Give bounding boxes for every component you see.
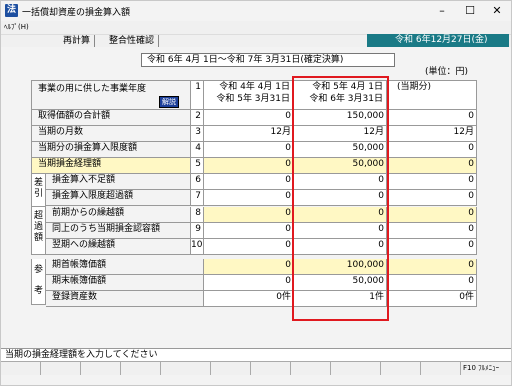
group-chouka-3: 額 (33, 233, 43, 243)
header-col1-end: 令和 5年 3月31日 (216, 94, 290, 104)
row-label: 前期からの繰越額 (46, 207, 191, 223)
row-number: 7 (191, 190, 204, 206)
cell-col1[interactable]: 0 (204, 174, 294, 190)
row-label: 当期分の損金算入限度額 (31, 142, 191, 158)
window-title: 一括償却資産の損金算入額 (22, 8, 131, 18)
app-icon: 法 (5, 4, 18, 17)
row-number: 2 (191, 110, 204, 126)
group-chouka-2: 過 (33, 222, 43, 232)
row-number: 5 (191, 158, 204, 174)
row-number: 8 (191, 207, 204, 223)
group-sankou: 参 考 (31, 259, 46, 305)
group-sahiki: 差 引 (31, 174, 46, 207)
maximize-button[interactable]: ☐ (456, 3, 484, 19)
unit-label: (単位：円) (425, 67, 469, 77)
menu-bar: ﾍﾙﾌﾟ(H) (1, 21, 511, 34)
fkey-slot-6[interactable] (211, 362, 251, 375)
row-label: 期首帳簿価額 (46, 259, 204, 275)
close-button[interactable]: ✕ (483, 3, 511, 19)
cell-col3[interactable]: 0 (387, 207, 477, 223)
fkey-f10-full-menu[interactable]: F10 ﾌﾙﾒﾆｭｰ (461, 362, 511, 375)
cell-col1[interactable]: 0 (204, 190, 294, 206)
header-col3: (当期分) (387, 80, 477, 110)
row-number: 10 (191, 239, 204, 255)
minimize-button[interactable]: – (428, 3, 456, 19)
cell-col3[interactable]: 0 (387, 259, 477, 275)
row-label: 取得価額の合計額 (31, 110, 191, 126)
status-bar: 当期の損金経理額を入力してください (1, 348, 511, 361)
group-chouka: 超 過 額 (31, 207, 46, 255)
cell-col3[interactable]: 0件 (387, 291, 477, 307)
cell-col3[interactable]: 0 (387, 239, 477, 255)
row-label: 損金算入限度超過額 (46, 190, 191, 206)
header-col1-start: 令和 4年 4月 1日 (219, 82, 290, 92)
fkey-slot-11[interactable] (421, 362, 461, 375)
group-sahiki-2: 引 (33, 189, 43, 199)
header-label: 事業の用に供した事業年度 (38, 84, 147, 94)
row-label: 翌期への繰越額 (46, 239, 191, 255)
fkey-slot-5[interactable] (171, 362, 211, 375)
consistency-check-button[interactable]: 整合性確認 (105, 35, 160, 47)
row-number: 4 (191, 142, 204, 158)
cell-col1[interactable]: 0 (204, 142, 294, 158)
cell-col1[interactable]: 0 (204, 259, 294, 275)
fkey-slot-3[interactable] (81, 362, 121, 375)
row-label: 同上のうち当期損金認容額 (46, 223, 191, 239)
cell-col1[interactable]: 0 (204, 239, 294, 255)
row-number: 6 (191, 174, 204, 190)
fkey-slot-8[interactable] (291, 362, 331, 375)
kaisetsu-button[interactable]: 解説 (159, 96, 179, 108)
cell-col3[interactable]: 0 (387, 158, 477, 174)
fkey-slot-7[interactable] (251, 362, 291, 375)
highlight-frame (292, 76, 389, 321)
cell-col1[interactable]: 12月 (204, 126, 294, 142)
cell-col3[interactable]: 0 (387, 223, 477, 239)
header-num: 1 (191, 80, 204, 110)
header-col1: 令和 4年 4月 1日 令和 5年 3月31日 (204, 80, 294, 110)
fkey-slot-4[interactable] (121, 362, 161, 375)
group-chouka-1: 超 (33, 211, 43, 221)
row-label: 当期損金経理額 (31, 158, 191, 174)
group-sankou-1: 参 (33, 265, 43, 275)
main-window: 法 一括償却資産の損金算入額 – ☐ ✕ ﾍﾙﾌﾟ(H) 再計算 整合性確認 令… (0, 0, 512, 386)
row-number: 3 (191, 126, 204, 142)
cell-col1[interactable]: 0 (204, 158, 294, 174)
cell-col1[interactable]: 0 (204, 110, 294, 126)
cell-col1[interactable]: 0件 (204, 291, 294, 307)
fkey-slot-10[interactable] (381, 362, 421, 375)
current-date-badge: 令和 6年12月27日(金) (367, 34, 509, 47)
row-label: 登録資産数 (46, 291, 204, 307)
row-label: 期末帳簿価額 (46, 275, 204, 291)
cell-col1[interactable]: 0 (204, 207, 294, 223)
group-sankou-2: 考 (33, 286, 43, 296)
title-bar: 法 一括償却資産の損金算入額 – ☐ ✕ (1, 1, 511, 21)
row-label: 当期の月数 (31, 126, 191, 142)
period-display: 令和 6年 4月 1日～令和 7年 3月31日(確定決算) (141, 53, 395, 67)
cell-col3[interactable]: 0 (387, 275, 477, 291)
menu-help[interactable]: ﾍﾙﾌﾟ(H) (4, 22, 29, 32)
cell-col3[interactable]: 12月 (387, 126, 477, 142)
cell-col3[interactable]: 0 (387, 190, 477, 206)
group-sahiki-1: 差 (33, 178, 43, 188)
fkey-slot-1[interactable] (1, 362, 41, 375)
cell-col3[interactable]: 0 (387, 142, 477, 158)
cell-col3[interactable]: 0 (387, 174, 477, 190)
cell-col1[interactable]: 0 (204, 223, 294, 239)
function-key-bar: F10 ﾌﾙﾒﾆｭｰ (1, 361, 511, 375)
row-number: 9 (191, 223, 204, 239)
recalculate-button[interactable]: 再計算 (59, 35, 96, 47)
fkey-slot-9[interactable] (341, 362, 381, 375)
fkey-slot-2[interactable] (41, 362, 81, 375)
cell-col3[interactable]: 0 (387, 110, 477, 126)
cell-col1[interactable]: 0 (204, 275, 294, 291)
row-label: 損金算入不足額 (46, 174, 191, 190)
